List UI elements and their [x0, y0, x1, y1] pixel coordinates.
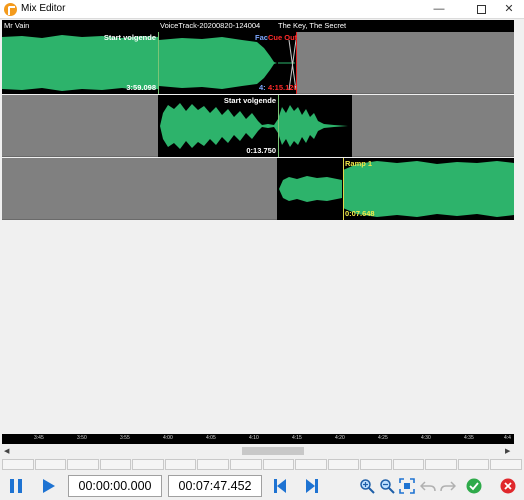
cue-out-label: Cue Out [268, 33, 297, 42]
track-header: Mr Vain VoiceTrack-20200820-124004 The K… [2, 20, 514, 32]
segment-cell [262, 459, 295, 470]
duration-time-display[interactable]: 00:07:47.452 [168, 475, 262, 497]
ruler-tick-label: 4:30 [421, 435, 431, 441]
header-next-track: The Key, The Secret [278, 21, 347, 30]
position-time-display[interactable]: 00:00:00.000 [68, 475, 162, 497]
next-start-marker-2[interactable] [278, 95, 279, 157]
minimize-button[interactable]: — [422, 0, 456, 19]
zoom-out-button[interactable] [377, 475, 397, 497]
redo-button[interactable] [438, 475, 458, 497]
ruler-tick-label: 4:20 [335, 435, 345, 441]
scroll-thumb[interactable] [242, 447, 304, 455]
audio-clip-1[interactable]: Start volgende 3:59.098 Fac Cue Out 4: 4… [2, 32, 297, 94]
cancel-icon [500, 478, 516, 494]
horizontal-scrollbar[interactable]: ◀ ▶ [2, 446, 514, 456]
close-button[interactable]: ✕ [492, 0, 524, 19]
segment-cell [490, 459, 522, 470]
ruler-tick-label: 3:50 [77, 435, 87, 441]
start-next-label: Start volgende [103, 33, 156, 42]
ok-icon [466, 478, 482, 494]
time-ruler[interactable]: 3:45 3:50 3:55 4:00 4:05 4:10 4:15 4:20 … [2, 434, 514, 444]
ruler-tick-label: 4:25 [378, 435, 388, 441]
maximize-icon [476, 4, 486, 14]
cancel-button[interactable] [498, 475, 518, 497]
audio-clip-3[interactable]: Ramp 1 0:07.648 [277, 158, 514, 220]
ruler-tick-label: 4:15 [292, 435, 302, 441]
segment-cell [2, 459, 34, 470]
ruler-tick-label: 4:05 [206, 435, 216, 441]
ruler-tick-label: 3:55 [120, 435, 130, 441]
ramp-time: 0:07.648 [345, 209, 375, 218]
start-next-label-2: Start volgende [223, 96, 276, 105]
ruler-tick-label: 3:45 [34, 435, 44, 441]
window-title: Mix Editor [21, 3, 66, 14]
pause-icon [10, 479, 22, 493]
track-row-1[interactable]: Start volgende 3:59.098 Fac Cue Out 4: 4… [2, 32, 514, 94]
pause-button[interactable] [4, 475, 28, 497]
segment-strip [2, 459, 522, 470]
waveform-clip-3 [279, 161, 514, 217]
track-row-3[interactable]: Ramp 1 0:07.648 [2, 158, 514, 220]
audio-clip-2[interactable]: Start volgende 0:13.750 [158, 95, 352, 157]
zoom-in-button[interactable] [357, 475, 377, 497]
segment-cell [34, 459, 67, 470]
track-row-2[interactable]: Start volgende 0:13.750 [2, 95, 514, 157]
segment-cell [327, 459, 360, 470]
ok-button[interactable] [464, 475, 484, 497]
ruler-tick-label: 4:4 [504, 435, 511, 441]
header-voicetrack: VoiceTrack-20200820-124004 [160, 21, 261, 30]
editor-empty-area [2, 221, 514, 433]
segment-cell [295, 459, 327, 470]
segment-cell [164, 459, 197, 470]
skip-start-icon [274, 479, 286, 493]
segment-cell [132, 459, 164, 470]
skip-to-start-button[interactable] [268, 475, 292, 497]
play-icon [43, 479, 55, 493]
segment-cell [360, 459, 392, 470]
segment-cell [392, 459, 425, 470]
header-previous-track: Mr Vain [4, 21, 30, 30]
zoom-out-icon [380, 479, 395, 494]
play-button[interactable] [36, 475, 60, 497]
ramp-marker[interactable] [343, 158, 344, 220]
title-bar: Mix Editor — ✕ [0, 0, 524, 19]
scroll-left-icon[interactable]: ◀ [4, 447, 9, 455]
segment-cell [67, 459, 99, 470]
scroll-right-icon[interactable]: ▶ [505, 447, 510, 455]
fade-label: Fac [255, 33, 268, 42]
segment-cell [197, 459, 229, 470]
redo-icon [440, 481, 456, 492]
ramp-label: Ramp 1 [345, 159, 373, 168]
start-next-time-2: 0:13.750 [246, 146, 276, 155]
zoom-fit-icon [399, 478, 415, 494]
segment-cell [457, 459, 490, 470]
vertical-scrollbar[interactable] [514, 20, 524, 433]
zoom-fit-button[interactable] [397, 475, 417, 497]
segment-cell [99, 459, 132, 470]
undo-icon [420, 481, 436, 492]
ruler-tick-label: 4:10 [249, 435, 259, 441]
segment-cell [425, 459, 457, 470]
ruler-tick-label: 4:00 [163, 435, 173, 441]
bottom-toolbar: 00:00:00.000 00:07:47.452 [0, 472, 524, 500]
start-next-time: 3:59.098 [126, 83, 156, 92]
app-logo-icon [4, 3, 17, 16]
fade-time-label: 4: [259, 83, 266, 92]
ruler-tick-label: 4:35 [464, 435, 474, 441]
cue-out-time: 4:15.120 [268, 83, 297, 92]
next-start-marker[interactable] [158, 32, 159, 94]
segment-cell [229, 459, 262, 470]
undo-button[interactable] [418, 475, 438, 497]
skip-to-end-button[interactable] [300, 475, 324, 497]
zoom-in-icon [360, 479, 375, 494]
skip-end-icon [306, 479, 318, 493]
